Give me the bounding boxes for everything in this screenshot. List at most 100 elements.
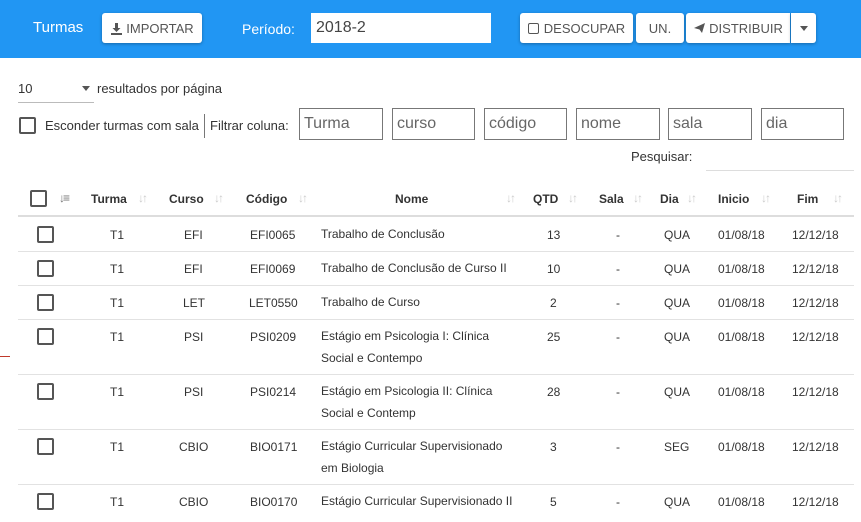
filter-curso-input[interactable] <box>392 108 475 140</box>
un-button[interactable]: UN. <box>636 13 684 43</box>
row-checkbox[interactable] <box>37 328 54 345</box>
send-icon <box>694 23 706 33</box>
cell-curso: EFI <box>184 228 203 242</box>
cell-dia: QUA <box>664 385 691 399</box>
cell-turma: T1 <box>110 228 125 242</box>
cell-sala: - <box>616 330 620 344</box>
page-length-suffix: resultados por página <box>97 81 223 96</box>
periodo-input[interactable] <box>311 13 491 43</box>
row-divider <box>18 319 854 320</box>
download-icon <box>111 22 123 35</box>
header-qtd[interactable]: QTD <box>533 192 558 206</box>
cell-dia: QUA <box>664 262 691 276</box>
cell-dia: SEG <box>664 440 690 454</box>
row-checkbox[interactable] <box>37 294 54 311</box>
cell-inicio: 01/08/18 <box>718 330 765 344</box>
sort-icon: ↓↑ <box>506 191 516 205</box>
desocupar-button[interactable]: DESOCUPAR <box>520 13 633 43</box>
cell-fim: 12/12/18 <box>792 440 839 454</box>
cell-nome: Trabalho de Conclusão <box>321 227 445 241</box>
cell-fim: 12/12/18 <box>792 385 839 399</box>
filter-column-label: Filtrar coluna: <box>210 118 289 133</box>
cell-sala: - <box>616 228 620 242</box>
cell-nome: Trabalho de Curso <box>321 295 420 309</box>
sort-icon: ↓↑ <box>633 191 643 205</box>
page-length-value: 10 <box>18 81 33 96</box>
cell-fim: 12/12/18 <box>792 330 839 344</box>
periodo-label: Período: <box>242 21 295 37</box>
cell-curso: PSI <box>184 385 204 399</box>
cell-curso: PSI <box>184 330 204 344</box>
row-divider <box>18 374 854 375</box>
cell-fim: 12/12/18 <box>792 262 839 276</box>
sort-icon: ↓≡ <box>59 191 70 205</box>
cell-qtd: 3 <box>550 440 557 454</box>
header-codigo[interactable]: Código <box>246 192 287 206</box>
row-checkbox[interactable] <box>37 260 54 277</box>
un-label: UN. <box>648 20 672 36</box>
page-title: Turmas <box>33 19 84 36</box>
header-sala[interactable]: Sala <box>599 192 624 206</box>
cell-fim: 12/12/18 <box>792 296 839 310</box>
cell-dia: QUA <box>664 330 691 344</box>
filter-sala-input[interactable] <box>668 108 752 140</box>
row-checkbox[interactable] <box>37 438 54 455</box>
cell-inicio: 01/08/18 <box>718 385 765 399</box>
cell-inicio: 01/08/18 <box>718 296 765 310</box>
cell-nome: Estágio Curricular Supervisionado em Bio… <box>321 439 503 475</box>
distribuir-button[interactable]: DISTRIBUIR <box>686 13 790 43</box>
sort-icon: ↓↑ <box>214 191 224 205</box>
header-turma[interactable]: Turma <box>91 192 127 206</box>
header-curso[interactable]: Curso <box>169 192 204 206</box>
sort-icon: ↓↑ <box>761 191 771 205</box>
cell-codigo: PSI0214 <box>250 385 297 399</box>
header-divider <box>18 215 854 217</box>
filter-nome-input[interactable] <box>576 108 660 140</box>
cell-codigo: BIO0170 <box>250 495 298 509</box>
sort-icon: ↓↑ <box>568 191 578 205</box>
cell-qtd: 2 <box>550 296 557 310</box>
square-icon <box>527 22 539 34</box>
cell-sala: - <box>616 262 620 276</box>
sort-icon: ↓↑ <box>687 191 697 205</box>
header-fim[interactable]: Fim <box>797 192 818 206</box>
cell-dia: QUA <box>664 495 691 509</box>
cell-turma: T1 <box>110 385 125 399</box>
hide-with-room-checkbox[interactable] <box>19 117 36 134</box>
select-all-checkbox[interactable] <box>30 190 47 207</box>
row-checkbox[interactable] <box>37 383 54 400</box>
filter-codigo-input[interactable] <box>484 108 567 140</box>
desocupar-label: DESOCUPAR <box>543 20 626 36</box>
cell-sala: - <box>616 385 620 399</box>
row-checkbox[interactable] <box>37 493 54 510</box>
header-dia[interactable]: Dia <box>660 192 679 206</box>
hide-with-room-label: Esconder turmas com sala <box>45 118 199 133</box>
cell-curso: LET <box>183 296 206 310</box>
import-button[interactable]: IMPORTAR <box>102 13 202 43</box>
cell-fim: 12/12/18 <box>792 228 839 242</box>
page-length-select[interactable]: 10 <box>18 78 94 103</box>
cell-turma: T1 <box>110 296 125 310</box>
cell-codigo: BIO0171 <box>250 440 298 454</box>
cell-qtd: 5 <box>550 495 557 509</box>
search-input[interactable] <box>706 170 854 171</box>
cell-fim: 12/12/18 <box>792 495 839 509</box>
header-nome[interactable]: Nome <box>395 192 428 206</box>
sort-icon: ↓↑ <box>298 191 308 205</box>
cell-sala: - <box>616 440 620 454</box>
row-checkbox[interactable] <box>37 226 54 243</box>
import-label: IMPORTAR <box>126 20 194 36</box>
cell-turma: T1 <box>110 495 125 509</box>
sort-icon: ↓↑ <box>833 191 843 205</box>
cell-codigo: EFI0069 <box>250 262 296 276</box>
header-inicio[interactable]: Inicio <box>718 192 749 206</box>
filter-turma-input[interactable] <box>299 108 383 140</box>
cell-inicio: 01/08/18 <box>718 495 765 509</box>
filter-dia-input[interactable] <box>761 108 844 140</box>
cell-qtd: 28 <box>547 385 561 399</box>
cell-codigo: LET0550 <box>249 296 298 310</box>
cell-nome: Estágio em Psicologia II: Clínica Social… <box>321 384 493 420</box>
distribuir-dropdown-button[interactable] <box>791 13 816 43</box>
cell-qtd: 25 <box>547 330 561 344</box>
cell-turma: T1 <box>110 262 125 276</box>
